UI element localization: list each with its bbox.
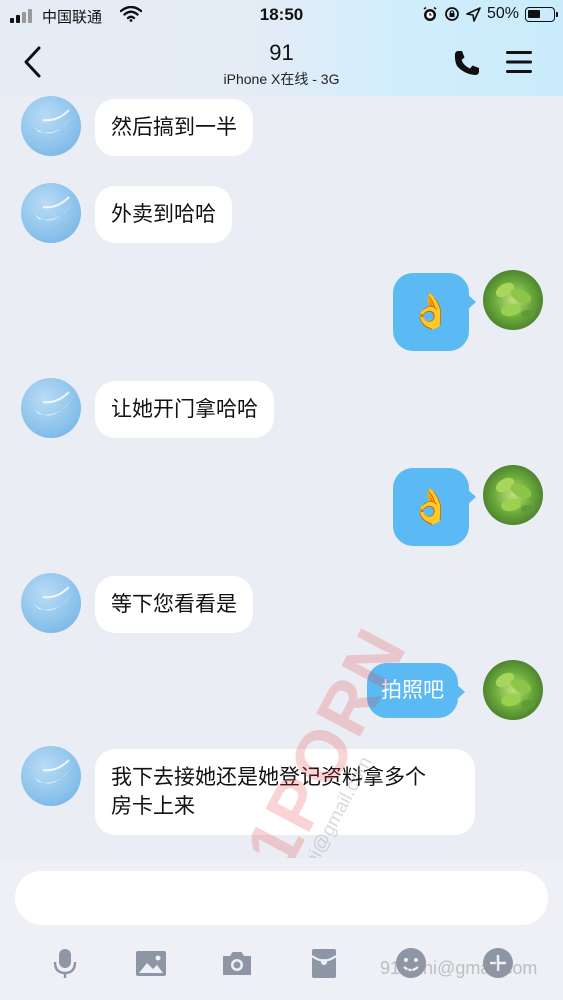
red-packet-icon[interactable]: [307, 946, 341, 980]
message-text: 然后搞到一半: [111, 116, 237, 139]
message-text: 等下您看看是: [111, 593, 237, 616]
battery-level: [528, 9, 540, 18]
bird-logo-icon: [33, 109, 71, 134]
leaf-photo-icon: [495, 282, 535, 318]
microphone-icon[interactable]: [48, 946, 82, 980]
message-bubble-incoming[interactable]: 让她开门拿哈哈: [95, 381, 274, 438]
leaf-photo-icon: [495, 672, 535, 708]
message-text: 外卖到哈哈: [111, 203, 216, 226]
image-icon[interactable]: [134, 946, 168, 980]
contact-avatar[interactable]: [21, 746, 81, 806]
watermark-email: 91dizhi@gmail.com: [380, 958, 538, 978]
message-input[interactable]: [15, 871, 548, 925]
my-avatar[interactable]: [483, 660, 543, 720]
camera-icon[interactable]: [220, 946, 254, 980]
battery-icon: [525, 6, 558, 22]
header: 中国联通 18:50 50% 91 iPhone X在线 - 3G: [0, 0, 563, 96]
contact-avatar[interactable]: [21, 183, 81, 243]
message-bubble-incoming[interactable]: 然后搞到一半: [95, 99, 253, 156]
leaf-photo-icon: [495, 477, 535, 513]
status-bar: 中国联通 18:50 50%: [0, 0, 563, 30]
phone-icon[interactable]: [452, 48, 482, 78]
contact-avatar[interactable]: [21, 573, 81, 633]
ok-hand-emoji: 👌: [409, 292, 453, 331]
bird-logo-icon: [33, 391, 71, 416]
my-avatar[interactable]: [483, 270, 543, 330]
rotation-lock-icon: [445, 7, 459, 21]
alarm-icon: [423, 6, 437, 21]
message-bubble-incoming[interactable]: 外卖到哈哈: [95, 186, 232, 243]
bird-logo-icon: [33, 586, 71, 611]
my-avatar[interactable]: [483, 465, 543, 525]
message-bubble-outgoing[interactable]: 👌: [393, 468, 476, 546]
location-icon: [466, 6, 481, 22]
menu-icon[interactable]: [504, 48, 534, 76]
message-bubble-incoming[interactable]: 等下您看看是: [95, 576, 253, 633]
message-text: 让她开门拿哈哈: [111, 398, 258, 421]
contact-avatar[interactable]: [21, 378, 81, 438]
ok-hand-emoji: 👌: [409, 487, 453, 526]
message-bubble-outgoing[interactable]: 👌: [393, 273, 476, 351]
bird-logo-icon: [33, 759, 71, 784]
contact-avatar[interactable]: [21, 96, 81, 156]
bird-logo-icon: [33, 196, 71, 221]
status-right: 50%: [422, 5, 558, 23]
battery-percent: 50%: [486, 5, 519, 22]
